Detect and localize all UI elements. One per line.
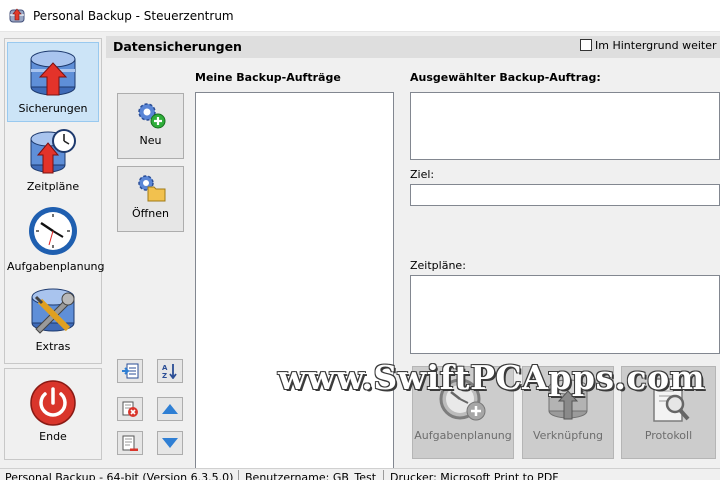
sort-az-icon: A Z (162, 364, 177, 379)
nav-label-zeitplaene: Zeitpläne (26, 180, 80, 193)
document-edit-icon (122, 435, 138, 451)
move-down-button[interactable] (157, 431, 183, 455)
database-upload-icon (30, 50, 76, 96)
edit-button[interactable] (117, 431, 143, 455)
jobs-list[interactable] (195, 92, 394, 475)
arrow-down-icon (162, 438, 178, 448)
nav-aufgabenplanung[interactable]: Aufgabenplanung (7, 205, 105, 277)
title-bar: Personal Backup - Steuerzentrum (0, 0, 720, 32)
database-clock-icon (30, 129, 76, 174)
schedules-label: Zeitpläne: (410, 259, 466, 272)
sort-button[interactable]: A Z (157, 359, 183, 383)
status-user: Benutzername: GB_Test (245, 471, 377, 480)
backup-app-icon (9, 8, 25, 23)
nav-label-aufgabenplanung: Aufgabenplanung (7, 260, 105, 273)
clock-icon (29, 207, 77, 255)
move-up-button[interactable] (157, 397, 183, 421)
exit-panel: Ende (4, 368, 102, 460)
schedules-box[interactable] (410, 275, 720, 354)
nav-zeitplaene[interactable]: Zeitpläne (7, 127, 99, 197)
background-checkbox[interactable]: Im Hintergrund weiter au (580, 39, 720, 52)
status-bar: Personal Backup - 64-bit (Version 6.3.5.… (0, 468, 720, 480)
new-job-label: Neu (139, 134, 162, 147)
background-checkbox-label: Im Hintergrund weiter au (595, 39, 720, 52)
nav-sicherungen[interactable]: Sicherungen (7, 42, 99, 122)
gear-add-icon (137, 103, 165, 129)
status-version: Personal Backup - 64-bit (Version 6.3.5.… (5, 471, 234, 480)
delete-icon (122, 401, 138, 417)
exit-button[interactable]: Ende (7, 379, 99, 455)
details-heading: Ausgewählter Backup-Auftrag: (410, 71, 601, 84)
target-field[interactable] (410, 184, 720, 206)
status-separator (238, 470, 239, 480)
target-label: Ziel: (410, 168, 435, 181)
new-job-button[interactable]: Neu (117, 93, 184, 159)
jobs-heading: Meine Backup-Aufträge (195, 71, 341, 84)
svg-text:A: A (162, 364, 168, 372)
log-label: Protokoll (644, 429, 693, 442)
task-scheduler-label: Aufgabenplanung (414, 429, 512, 442)
gear-folder-icon (137, 175, 165, 202)
status-separator (383, 470, 384, 480)
open-job-button[interactable]: Öffnen (117, 166, 184, 232)
arrow-up-icon (162, 404, 178, 414)
exit-label: Ende (39, 430, 67, 443)
job-description-box[interactable] (410, 92, 720, 160)
tools-icon (31, 288, 75, 334)
import-button[interactable] (117, 359, 143, 383)
checkbox-box[interactable] (580, 39, 592, 51)
import-icon (122, 363, 139, 379)
delete-button[interactable] (117, 397, 143, 421)
power-icon (30, 380, 76, 426)
window-title: Personal Backup - Steuerzentrum (33, 9, 234, 23)
navigation-panel: Sicherungen Zeitpläne Aufgabenplanung Ex… (4, 38, 105, 364)
section-header: Datensicherungen Im Hintergrund weiter a… (106, 36, 720, 58)
status-printer: Drucker: Microsoft Print to PDF (390, 471, 559, 480)
nav-label-sicherungen: Sicherungen (18, 102, 88, 115)
nav-extras[interactable]: Extras (7, 285, 99, 357)
watermark: www.SwiftPCApps.com (278, 358, 706, 397)
svg-text:Z: Z (162, 372, 167, 379)
shortcut-label: Verknüpfung (532, 429, 604, 442)
page-title: Datensicherungen (113, 39, 242, 54)
open-job-label: Öffnen (132, 207, 169, 220)
nav-label-extras: Extras (35, 340, 71, 353)
